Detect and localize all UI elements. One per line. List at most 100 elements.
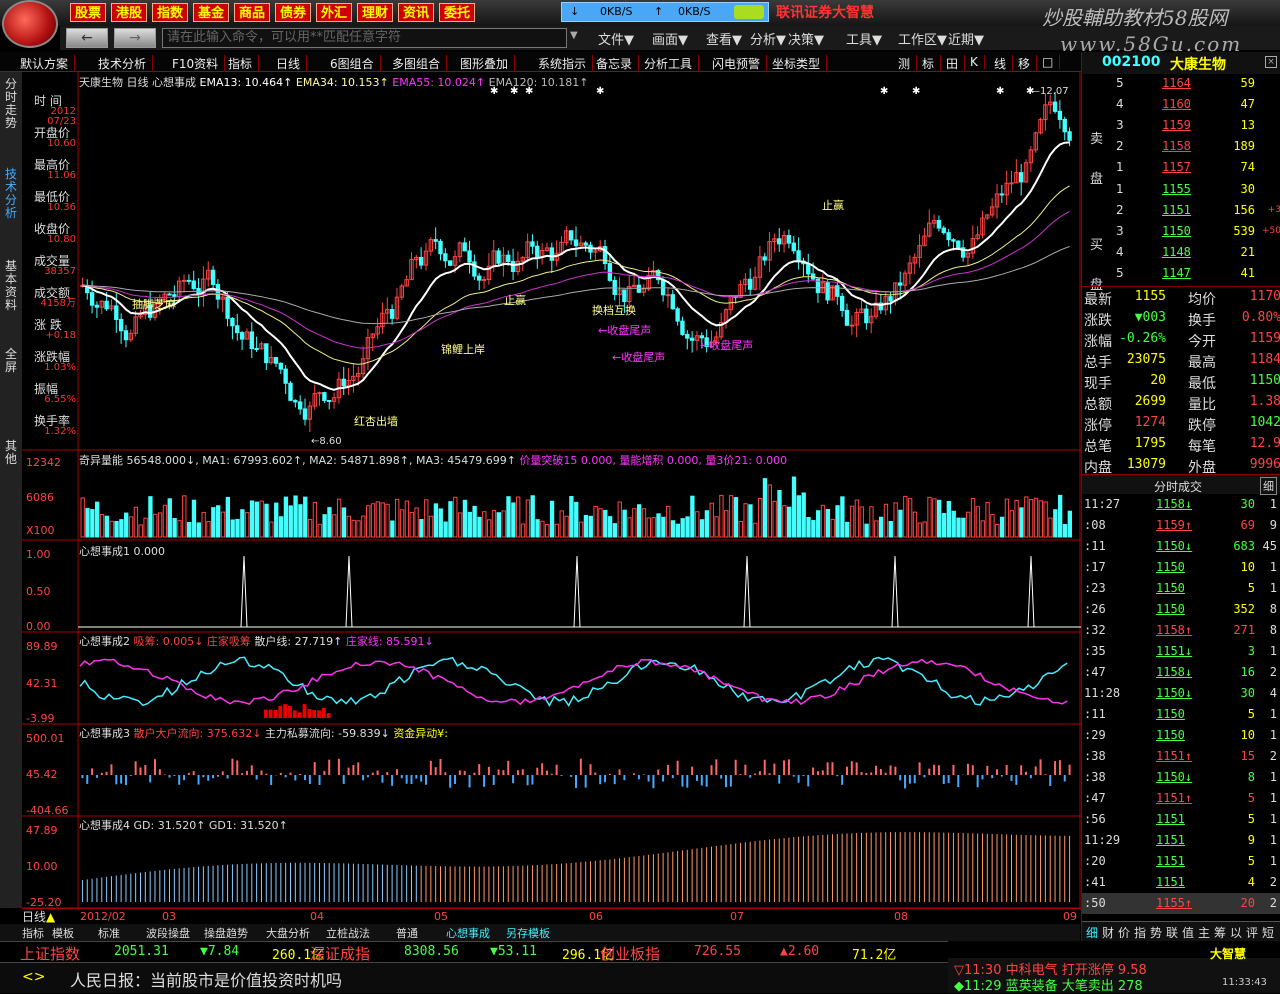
template-tab[interactable]: 大盘分析: [266, 925, 310, 941]
toolbar-item[interactable]: 闪电预警: [712, 55, 768, 72]
quote-tab[interactable]: 势: [1150, 924, 1162, 941]
quote-tab[interactable]: 短: [1262, 924, 1274, 941]
menu-item[interactable]: 工作区▼: [898, 29, 947, 48]
buy-price[interactable]: 1148: [1162, 245, 1191, 259]
menu-item[interactable]: 近期▼: [948, 29, 984, 48]
tick-row[interactable]: :20 1151 5 1: [1082, 851, 1280, 872]
ticks-detail-button[interactable]: 细: [1260, 477, 1277, 495]
template-tab[interactable]: 模板: [52, 925, 74, 941]
toolbar-item[interactable]: 默认方案: [20, 55, 76, 72]
quote-tab[interactable]: 筹: [1214, 924, 1226, 941]
template-tab[interactable]: 波段操盘: [146, 925, 190, 941]
buy-price[interactable]: 1151: [1162, 203, 1191, 217]
nav-button[interactable]: 外汇: [316, 3, 353, 22]
toolbar-item[interactable]: 坐标类型: [772, 55, 828, 72]
side-tab[interactable]: 其他: [3, 440, 19, 466]
toolbar-item[interactable]: 日线: [276, 55, 308, 72]
tick-row[interactable]: :38 1151↑ 15 2: [1082, 746, 1280, 767]
period-selector[interactable]: 日线▲: [22, 908, 55, 925]
quote-tab[interactable]: 值: [1182, 924, 1194, 941]
menu-item[interactable]: 决策▼: [788, 29, 824, 48]
tool-icon[interactable]: □: [1042, 55, 1061, 69]
quote-tab[interactable]: 联: [1166, 924, 1178, 941]
menu-item[interactable]: 查看▼: [706, 29, 742, 48]
index-name[interactable]: 创业板指: [600, 943, 660, 964]
side-tab[interactable]: 基本资料: [3, 260, 19, 312]
index-name[interactable]: 深证成指: [310, 943, 370, 964]
template-tab[interactable]: 指标: [22, 925, 44, 941]
nav-button[interactable]: 理财: [357, 3, 394, 22]
chart-canvas[interactable]: ✱ ✱ ✱ ✱ ✱ ✱ ✱ ✱: [22, 72, 1081, 924]
quote-tab[interactable]: 财: [1102, 924, 1114, 941]
template-tab[interactable]: 立桩战法: [326, 925, 370, 941]
quote-tab[interactable]: 指: [1134, 924, 1146, 941]
close-icon[interactable]: ×: [1265, 56, 1277, 68]
tick-row[interactable]: 11:27 1158↓ 30 1: [1082, 494, 1280, 515]
sell-price[interactable]: 1159: [1162, 118, 1191, 132]
nav-button[interactable]: 资讯: [398, 3, 435, 22]
quote-tab[interactable]: 价: [1118, 924, 1130, 941]
template-tab[interactable]: 普通: [396, 925, 418, 941]
command-dropdown-icon[interactable]: ▼: [570, 30, 578, 41]
tool-icon[interactable]: 测: [898, 55, 918, 72]
tool-icon[interactable]: 标: [922, 55, 942, 72]
toolbar-item[interactable]: 图形叠加: [460, 55, 516, 72]
buy-price[interactable]: 1147: [1162, 266, 1191, 280]
side-tab[interactable]: 全屏: [3, 348, 19, 374]
menu-item[interactable]: 分析▼: [750, 29, 786, 48]
tick-row[interactable]: 11:29 1151 9 1: [1082, 830, 1280, 851]
tick-row[interactable]: :08 1159↑ 69 9: [1082, 515, 1280, 536]
nav-button[interactable]: 港股: [111, 3, 148, 22]
toolbar-item[interactable]: 分析工具: [644, 55, 700, 72]
tick-row[interactable]: :35 1151↓ 3 1: [1082, 641, 1280, 662]
sell-price[interactable]: 1158: [1162, 139, 1191, 153]
tick-row[interactable]: :38 1150↓ 8 1: [1082, 767, 1280, 788]
tick-row[interactable]: :23 1150 5 1: [1082, 578, 1280, 599]
menu-item[interactable]: 文件▼: [598, 29, 634, 48]
tick-row[interactable]: :47 1151↑ 5 1: [1082, 788, 1280, 809]
quote-tab[interactable]: 主: [1198, 924, 1210, 941]
nav-button[interactable]: 股票: [70, 3, 107, 22]
side-tab[interactable]: 分时走势: [3, 78, 19, 130]
tool-icon[interactable]: K: [970, 55, 985, 69]
tick-row[interactable]: :17 1150 10 1: [1082, 557, 1280, 578]
tool-icon[interactable]: 线: [994, 55, 1014, 72]
buy-price[interactable]: 1150: [1162, 224, 1191, 238]
template-tab[interactable]: 操盘趋势: [204, 925, 248, 941]
quote-tab[interactable]: 细: [1086, 924, 1098, 941]
nav-button[interactable]: 商品: [234, 3, 271, 22]
tick-row[interactable]: :41 1151 4 2: [1082, 872, 1280, 893]
tick-row[interactable]: :32 1158↑ 271 8: [1082, 620, 1280, 641]
tick-row[interactable]: :47 1158↓ 16 2: [1082, 662, 1280, 683]
tick-list[interactable]: 11:27 1158↓ 30 1:08 1159↑ 69 9:11 1150↓ 683 45:17…: [1082, 494, 1280, 914]
command-input[interactable]: 请在此输入命令，可以用**匹配任意字符: [162, 28, 567, 48]
tick-row[interactable]: :26 1150 352 8: [1082, 599, 1280, 620]
toolbar-item[interactable]: 系统指示: [538, 55, 594, 72]
index-name[interactable]: 上证指数: [20, 943, 80, 964]
tick-row[interactable]: :56 1151 5 1: [1082, 809, 1280, 830]
quote-tab[interactable]: 以: [1230, 924, 1242, 941]
tick-row[interactable]: :50 1155↑ 20 2: [1082, 893, 1280, 914]
forward-button[interactable]: →: [114, 28, 156, 48]
menu-item[interactable]: 画面▼: [652, 29, 688, 48]
template-tab[interactable]: 另存模板: [506, 925, 550, 941]
template-tab[interactable]: 标准: [98, 925, 120, 941]
toolbar-item[interactable]: 备忘录: [596, 55, 640, 72]
nav-button[interactable]: 指数: [152, 3, 189, 22]
news-headline[interactable]: 人民日报：当前股市是价值投资时机吗: [70, 967, 342, 991]
sell-price[interactable]: 1164: [1162, 76, 1191, 90]
news-nav-icon[interactable]: <>: [22, 969, 45, 985]
toolbar-item[interactable]: 6图组合: [330, 55, 381, 72]
alert-item[interactable]: ◆11:29 蓝英装备 大笔卖出 278: [954, 975, 1143, 994]
template-tab[interactable]: 心想事成: [446, 925, 490, 941]
sell-price[interactable]: 1160: [1162, 97, 1191, 111]
tick-row[interactable]: :11 1150↓ 683 45: [1082, 536, 1280, 557]
toolbar-item[interactable]: F10资料: [172, 55, 226, 72]
side-tab[interactable]: 技术分析: [3, 168, 19, 220]
menu-item[interactable]: 工具▼: [846, 29, 882, 48]
buy-price[interactable]: 1155: [1162, 182, 1191, 196]
sell-price[interactable]: 1157: [1162, 160, 1191, 174]
tick-row[interactable]: 11:28 1150↓ 30 4: [1082, 683, 1280, 704]
tick-row[interactable]: :11 1150 5 1: [1082, 704, 1280, 725]
tool-icon[interactable]: 田: [946, 55, 966, 72]
